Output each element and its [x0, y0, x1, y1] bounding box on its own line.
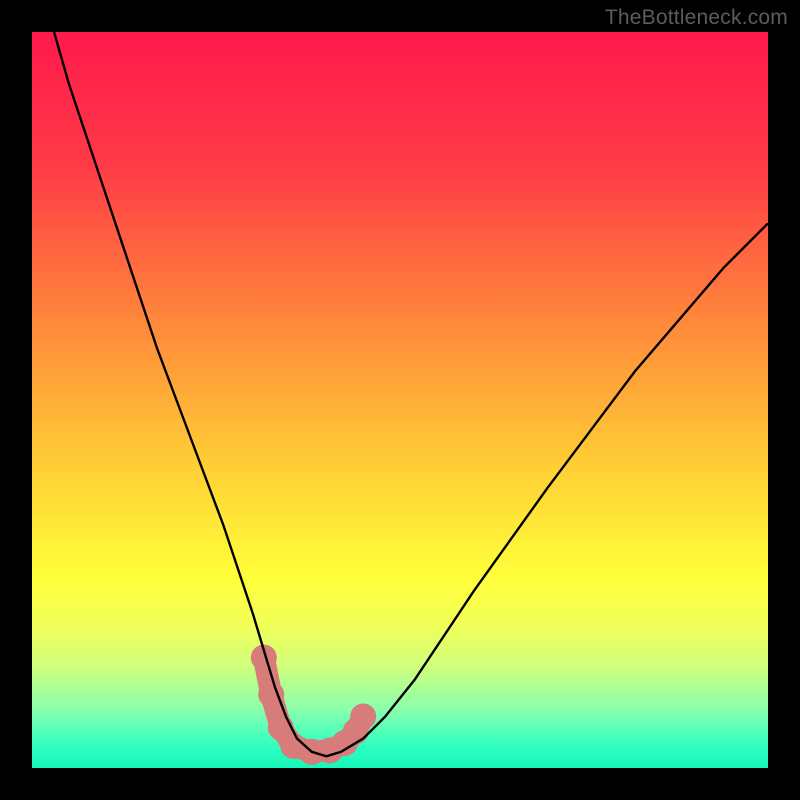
curve-layer	[32, 32, 768, 768]
bottleneck-curve	[54, 32, 768, 756]
plot-area	[32, 32, 768, 768]
optimal-range-marker	[251, 645, 376, 765]
watermark-label: TheBottleneck.com	[605, 6, 788, 30]
chart-frame: TheBottleneck.com	[0, 0, 800, 800]
